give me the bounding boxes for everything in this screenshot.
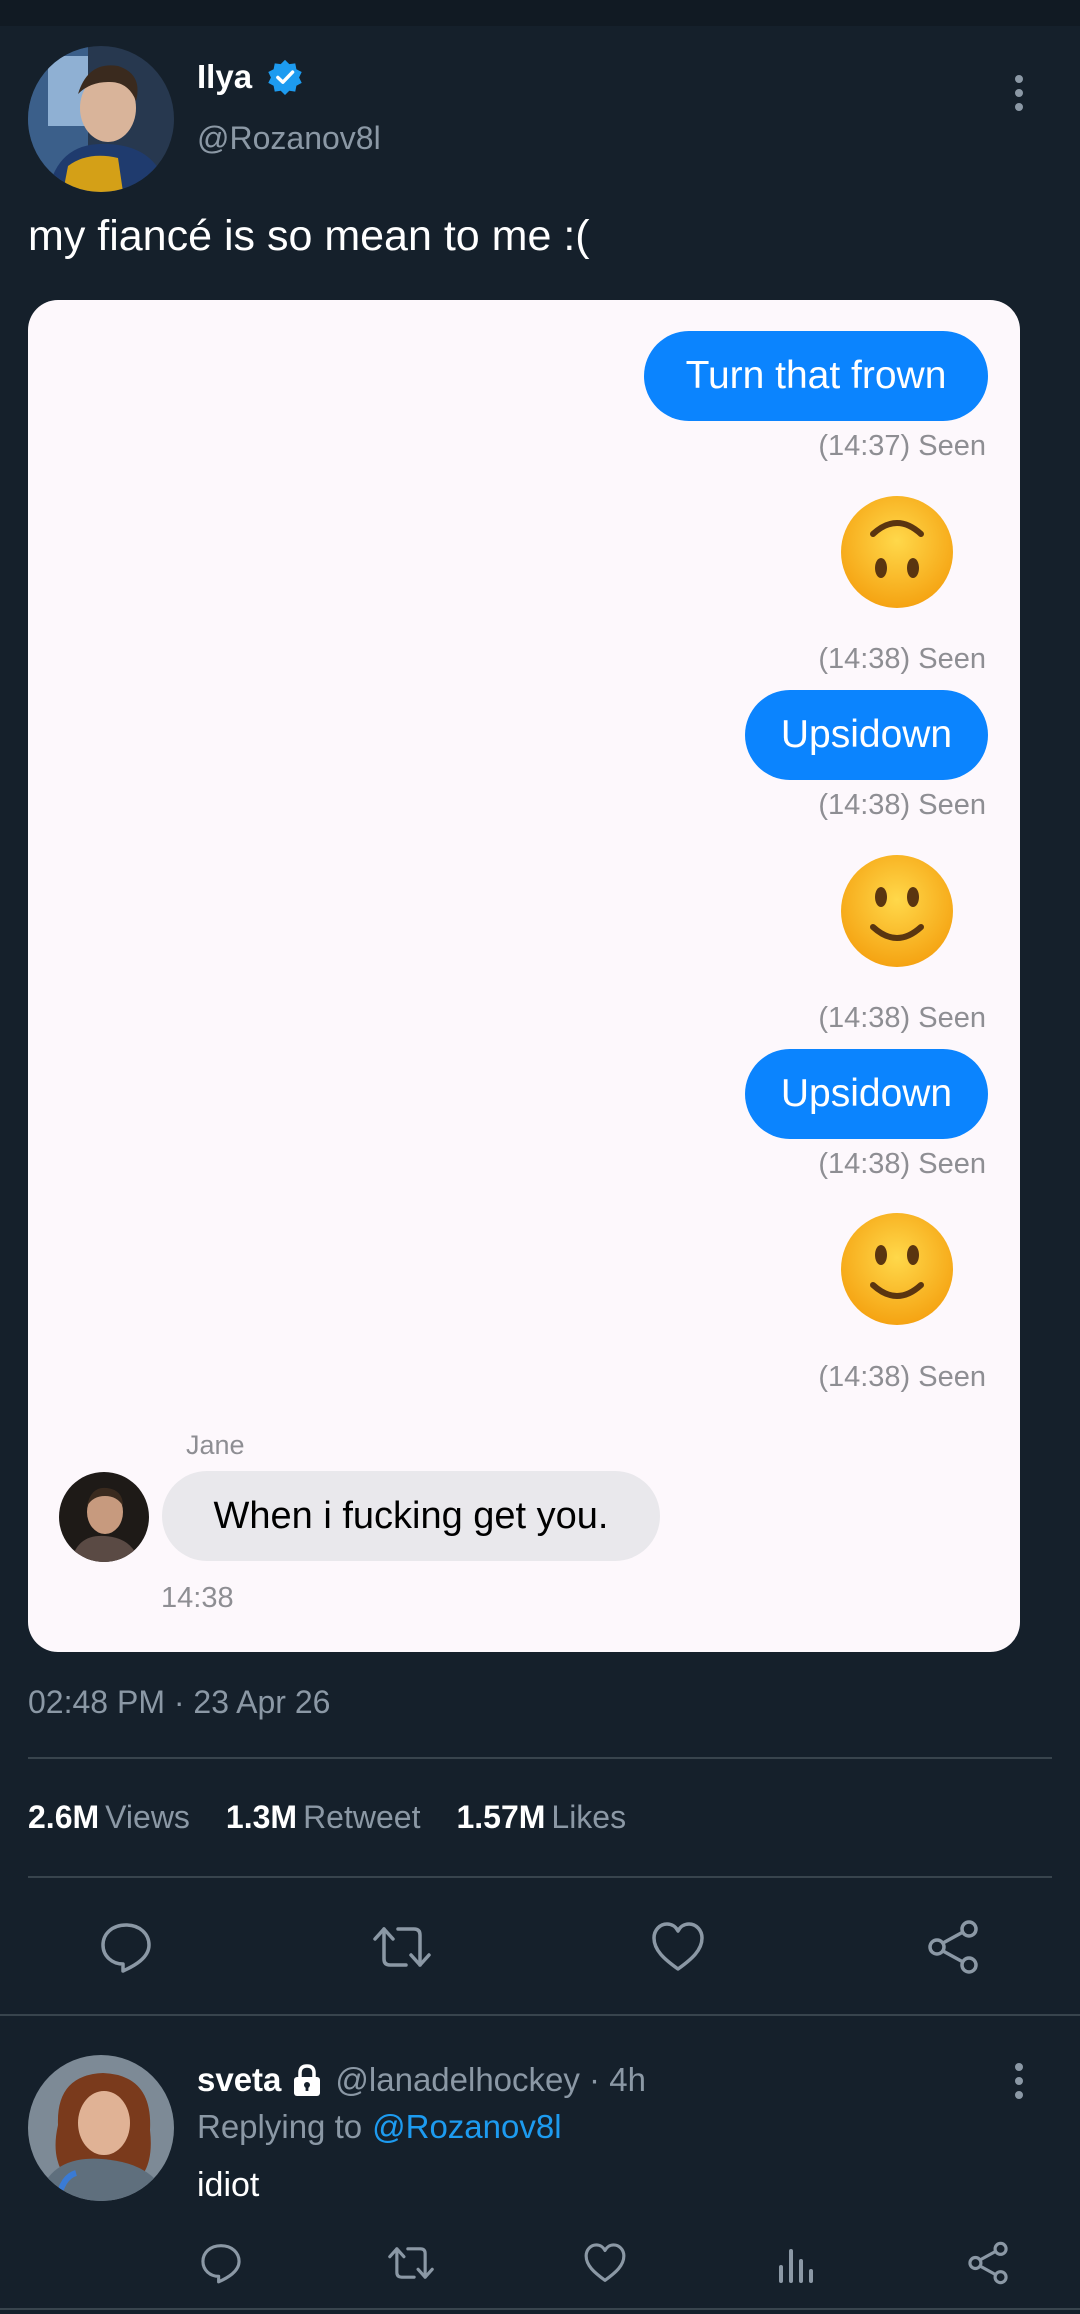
retweets-stat[interactable]: 1.3M Retweet — [226, 1799, 421, 1836]
message-status: (14:38) Seen — [818, 789, 986, 821]
reply-author-name[interactable]: sveta — [197, 2061, 281, 2099]
tweet-timestamp: 02:48 PM · 23 Apr 26 — [28, 1684, 331, 1720]
received-message-bubble: When i fucking get you. — [162, 1471, 660, 1561]
analytics-icon[interactable] — [776, 2241, 816, 2285]
more-options-icon[interactable] — [1006, 2060, 1032, 2102]
reply-icon[interactable] — [98, 1919, 154, 1975]
sent-message-bubble: Turn that frown — [644, 331, 988, 421]
like-icon[interactable] — [650, 1919, 706, 1975]
sent-message-bubble: Upsidown — [745, 1049, 988, 1139]
message-status: (14:38) Seen — [818, 643, 986, 675]
message-status: (14:38) Seen — [818, 1361, 986, 1393]
verified-badge-icon — [268, 59, 302, 96]
tweet-stats: 2.6M Views 1.3M Retweet 1.57M Likes — [28, 1799, 662, 1836]
tweet-text: my fiancé is so mean to me :( — [28, 212, 590, 260]
slightly-smiling-face-emoji-icon — [841, 1213, 953, 1325]
incoming-sender-name: Jane — [186, 1430, 245, 1460]
more-options-icon[interactable] — [1006, 72, 1032, 114]
reply-header: sveta @lanadelhockey · 4h — [197, 2061, 646, 2099]
like-icon[interactable] — [583, 2241, 627, 2285]
divider — [0, 2308, 1080, 2310]
reply-handle-time[interactable]: @lanadelhockey · 4h — [335, 2061, 646, 2099]
message-status: (14:38) Seen — [818, 1148, 986, 1180]
slightly-smiling-face-emoji-icon — [841, 855, 953, 967]
author-display-name[interactable]: Ilya — [197, 58, 252, 96]
message-status: (14:37) Seen — [818, 430, 986, 462]
divider — [28, 1757, 1052, 1759]
author-avatar[interactable] — [28, 46, 174, 192]
share-icon[interactable] — [966, 2241, 1010, 2285]
sender-avatar — [59, 1472, 149, 1562]
sent-message-bubble: Upsidown — [745, 690, 988, 780]
reply-author-avatar[interactable] — [28, 2055, 174, 2201]
reply-text: idiot — [197, 2166, 260, 2204]
top-bar — [0, 0, 1080, 26]
received-message-time: 14:38 — [161, 1582, 234, 1614]
views-stat[interactable]: 2.6M Views — [28, 1799, 190, 1836]
author-handle[interactable]: @Rozanov8l — [197, 120, 381, 157]
divider — [28, 1876, 1052, 1878]
replying-to-line: Replying to @Rozanov8l — [197, 2108, 562, 2145]
upside-down-face-emoji-icon — [841, 496, 953, 608]
retweet-icon[interactable] — [372, 1919, 432, 1975]
likes-stat[interactable]: 1.57M Likes — [456, 1799, 626, 1836]
retweet-icon[interactable] — [387, 2241, 435, 2285]
reply-icon[interactable] — [199, 2241, 243, 2285]
attached-chat-screenshot[interactable]: Turn that frown (14:37) Seen (14:38) See… — [28, 300, 1020, 1652]
replying-to-mention[interactable]: @Rozanov8l — [372, 2108, 561, 2145]
author-name-row: Ilya — [197, 58, 304, 96]
lock-icon — [294, 2064, 321, 2096]
tweet-detail-page: Ilya @Rozanov8l my fiancé is so mean to … — [0, 0, 1080, 2314]
message-status: (14:38) Seen — [818, 1002, 986, 1034]
share-icon[interactable] — [925, 1919, 981, 1975]
divider — [0, 2014, 1080, 2016]
